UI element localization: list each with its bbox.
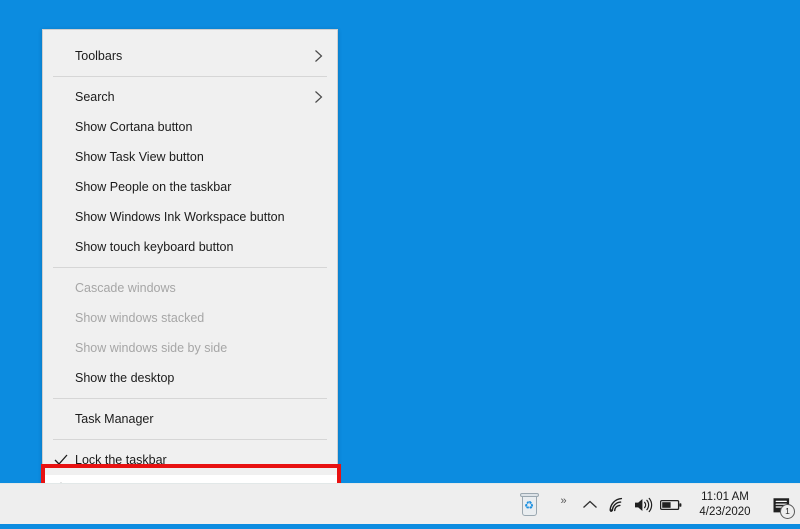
menu-item-show-windows-ink-workspace-button[interactable]: Show Windows Ink Workspace button — [43, 202, 337, 232]
menu-item-show-windows-side-by-side: Show windows side by side — [43, 333, 337, 363]
menu-item-task-manager[interactable]: Task Manager — [43, 404, 337, 434]
menu-item-show-windows-stacked: Show windows stacked — [43, 303, 337, 333]
menu-separator — [53, 76, 327, 77]
menu-separator — [53, 267, 327, 268]
taskbar-context-menu[interactable]: Toolbars Search Show Cortana button Show… — [42, 29, 338, 504]
menu-item-label: Show People on the taskbar — [75, 180, 232, 194]
menu-item-label: Show windows stacked — [75, 311, 205, 325]
menu-item-cascade-windows: Cascade windows — [43, 273, 337, 303]
clock-time: 11:01 AM — [701, 490, 749, 503]
menu-item-label: Toolbars — [75, 49, 123, 63]
menu-item-search[interactable]: Search — [43, 82, 337, 112]
menu-item-show-the-desktop[interactable]: Show the desktop — [43, 363, 337, 393]
wifi-icon[interactable] — [604, 484, 630, 525]
clock-date: 4/23/2020 — [699, 505, 751, 518]
menu-item-show-cortana-button[interactable]: Show Cortana button — [43, 112, 337, 142]
menu-item-label: Task Manager — [75, 412, 154, 426]
menu-item-label: Show Cortana button — [75, 120, 193, 134]
speaker-icon[interactable] — [630, 484, 656, 525]
menu-item-label: Search — [75, 90, 115, 104]
chevron-up-icon[interactable] — [576, 484, 604, 525]
menu-item-label: Show touch keyboard button — [75, 240, 234, 254]
taskbar[interactable]: ♻ » 11:01 AM 4/23/2020 1 — [0, 483, 800, 524]
menu-item-label: Show Task View button — [75, 150, 204, 164]
menu-item-label: Show Windows Ink Workspace button — [75, 210, 285, 224]
taskbar-clock[interactable]: 11:01 AM 4/23/2020 — [686, 484, 764, 525]
menu-item-label: Show the desktop — [75, 371, 175, 385]
battery-icon[interactable] — [656, 484, 686, 525]
menu-item-show-task-view-button[interactable]: Show Task View button — [43, 142, 337, 172]
menu-item-toolbars[interactable]: Toolbars — [43, 41, 337, 71]
tray-overflow-label[interactable]: » — [550, 480, 576, 529]
menu-item-label: Lock the taskbar — [75, 453, 167, 467]
menu-separator — [53, 439, 327, 440]
menu-item-show-people-on-the-taskbar[interactable]: Show People on the taskbar — [43, 172, 337, 202]
menu-item-show-touch-keyboard-button[interactable]: Show touch keyboard button — [43, 232, 337, 262]
chevron-right-icon — [314, 90, 323, 104]
recycle-bin-icon[interactable]: ♻ — [508, 484, 550, 525]
menu-item-label: Cascade windows — [75, 281, 176, 295]
notification-center-icon[interactable]: 1 — [764, 484, 800, 525]
system-tray[interactable]: ♻ » 11:01 AM 4/23/2020 1 — [508, 484, 800, 525]
menu-separator — [53, 398, 327, 399]
menu-item-lock-the-taskbar[interactable]: Lock the taskbar — [43, 445, 337, 475]
menu-item-label: Show windows side by side — [75, 341, 228, 355]
checkmark-icon — [53, 454, 69, 466]
notification-count-badge: 1 — [780, 504, 795, 519]
chevron-right-icon — [314, 49, 323, 63]
